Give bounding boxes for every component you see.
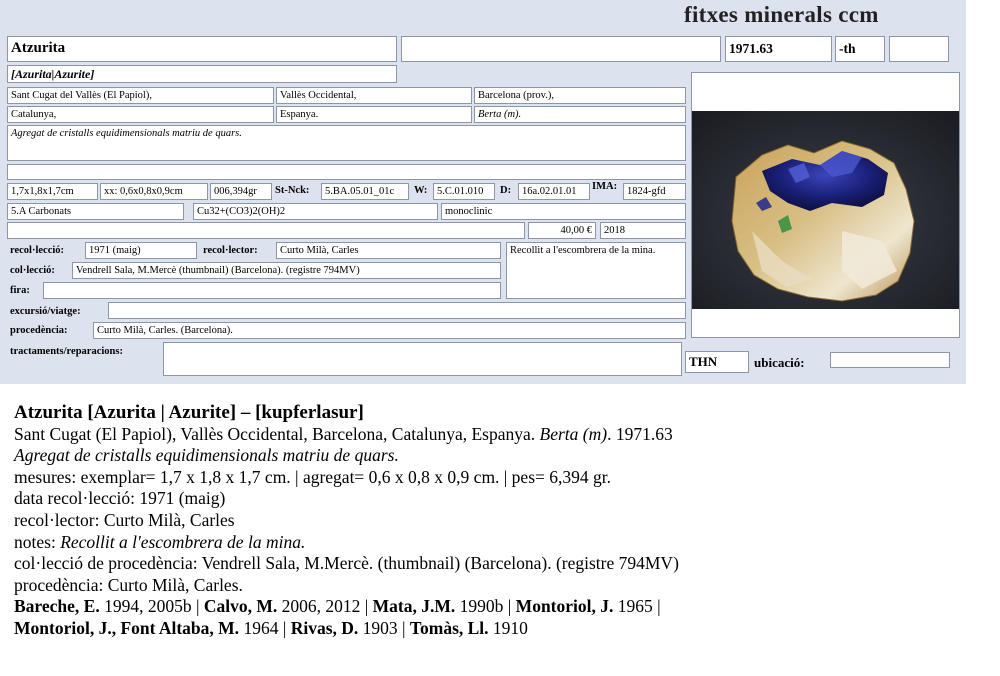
blank-field-2[interactable]: [889, 36, 949, 62]
th-field[interactable]: -th: [835, 36, 885, 62]
summary-mesures: mesures: exemplar= 1,7 x 1,8 x 1,7 cm. |…: [14, 466, 611, 487]
summary-locality-mine: Berta (m): [539, 423, 608, 444]
colleccio-label: col·lecció:: [10, 265, 55, 276]
formula-field[interactable]: Cu32+(CO3)2(OH)2: [193, 203, 438, 220]
notes-field[interactable]: Recollit a l'escombrera de la mina.: [506, 242, 686, 299]
tractaments-field[interactable]: [163, 342, 682, 376]
bib-author: Calvo, M.: [203, 596, 278, 617]
aggregate-size-field[interactable]: xx: 0,6x0,8x0,9cm: [100, 183, 208, 200]
description-extra-field[interactable]: [7, 164, 686, 180]
class-field[interactable]: 5.A Carbonats: [7, 203, 184, 220]
locality-field-1[interactable]: Sant Cugat del Vallès (El Papiol),: [7, 87, 274, 104]
d-label: D:: [500, 185, 512, 196]
summary-procedencia: procedència: Curto Milà, Carles.: [14, 574, 243, 595]
excursio-label: excursió/viatge:: [10, 306, 81, 317]
name-variants-field[interactable]: [Azurita|Azurite]: [7, 65, 397, 83]
specimen-size-field[interactable]: 1,7x1,8x1,7cm: [7, 183, 98, 200]
bib-author: Montoriol, J., Font Altaba, M.: [14, 617, 240, 638]
tractaments-label: tractaments/reparacions:: [10, 346, 123, 357]
summary-notes: notes: Recollit a l'escombrera de la min…: [14, 532, 984, 554]
bib-years: 2006, 2012: [281, 596, 361, 617]
w-field[interactable]: 5.C.01.010: [433, 183, 495, 200]
bib-years: 1990b: [459, 596, 504, 617]
bib-author: Montoriol, J.: [515, 596, 614, 617]
description-field[interactable]: Agregat de cristalls equidimensionals ma…: [7, 125, 686, 161]
recoleccio-label: recol·lecció:: [10, 245, 65, 256]
procedencia-field[interactable]: Curto Milà, Carles. (Barcelona).: [93, 322, 686, 339]
summary-colleccio: col·lecció de procedència: Vendrell Sala…: [14, 553, 679, 574]
mineral-name-field[interactable]: Atzurita: [7, 36, 397, 62]
bib-years: 1903: [362, 617, 398, 638]
fira-field[interactable]: [43, 282, 501, 299]
ima-field[interactable]: 1824-gfd: [623, 183, 686, 200]
ima-label: IMA:: [592, 181, 618, 192]
summary-recolector: recol·lector: Curto Milà, Carles: [14, 509, 235, 530]
w-label: W:: [414, 185, 428, 196]
colleccio-field[interactable]: Vendrell Sala, M.Mercè (thumbnail) (Barc…: [72, 262, 501, 279]
mineral-card: fitxes minerals ccm Atzurita 1971.63 -th…: [0, 0, 966, 384]
specimen-image: [692, 111, 959, 309]
summary-notes-value: Recollit a l'escombrera de la mina.: [60, 531, 306, 552]
thn-field[interactable]: THN: [685, 351, 749, 373]
summary-description: Agregat de cristalls equidimensionals ma…: [14, 445, 399, 466]
year-field[interactable]: 2018: [600, 222, 686, 239]
summary-bibliography-line-2: Montoriol, J., Font Altaba, M. 1964 | Ri…: [14, 617, 528, 638]
fira-label: fira:: [10, 285, 30, 296]
recoleccio-field[interactable]: 1971 (maig): [85, 242, 197, 259]
d-field[interactable]: 16a.02.01.01: [518, 183, 590, 200]
summary-data-recoleccio: data recol·lecció: 1971 (maig): [14, 488, 226, 509]
site-title: fitxes minerals ccm: [684, 2, 879, 27]
summary-catalog: . 1971.63: [607, 423, 673, 444]
crystal-system-field[interactable]: monoclinic: [441, 203, 686, 220]
locality-field-6[interactable]: Berta (m).: [474, 106, 686, 123]
catalog-number-field[interactable]: 1971.63: [725, 36, 832, 62]
bib-years: 1964: [243, 617, 279, 638]
excursio-field[interactable]: [108, 302, 686, 319]
summary-bibliography-line-1: Bareche, E. 1994, 2005b | Calvo, M. 2006…: [14, 596, 661, 617]
price-extra-field[interactable]: [7, 222, 525, 239]
blank-field-1[interactable]: [401, 36, 721, 62]
summary-block: Atzurita [Azurita | Azurite] – [kupferla…: [14, 402, 984, 640]
bib-author: Tomàs, Ll.: [409, 617, 489, 638]
locality-field-3[interactable]: Barcelona (prov.),: [474, 87, 686, 104]
summary-locality: Sant Cugat (El Papiol), Vallès Occidenta…: [14, 424, 984, 446]
summary-notes-label: notes:: [14, 531, 61, 552]
locality-field-4[interactable]: Catalunya,: [7, 106, 274, 123]
bib-author: Mata, J.M.: [372, 596, 456, 617]
locality-field-2[interactable]: Vallès Occidental,: [276, 87, 472, 104]
bib-author: Rivas, D.: [290, 617, 359, 638]
bib-author: Bareche, E.: [14, 596, 100, 617]
st-nck-label: St-Nck:: [275, 185, 310, 196]
price-field[interactable]: 40,00 €: [528, 222, 596, 239]
summary-heading: Atzurita [Azurita | Azurite] – [kupferla…: [14, 402, 364, 423]
specimen-photo: [691, 72, 960, 338]
st-nck-field[interactable]: 5.BA.05.01_01c: [321, 183, 409, 200]
bib-years: 1965: [617, 596, 653, 617]
locality-field-5[interactable]: Espanya.: [276, 106, 472, 123]
bib-years: 1994, 2005b: [104, 596, 192, 617]
ubicacio-label: ubicació:: [754, 355, 805, 370]
summary-locality-text: Sant Cugat (El Papiol), Vallès Occidenta…: [14, 423, 540, 444]
procedencia-label: procedència:: [10, 325, 68, 336]
bib-years: 1910: [492, 617, 528, 638]
recolector-field[interactable]: Curto Milà, Carles: [276, 242, 501, 259]
ubicacio-field[interactable]: [830, 352, 950, 368]
weight-field[interactable]: 006,394gr: [210, 183, 272, 200]
recolector-label: recol·lector:: [203, 245, 258, 256]
